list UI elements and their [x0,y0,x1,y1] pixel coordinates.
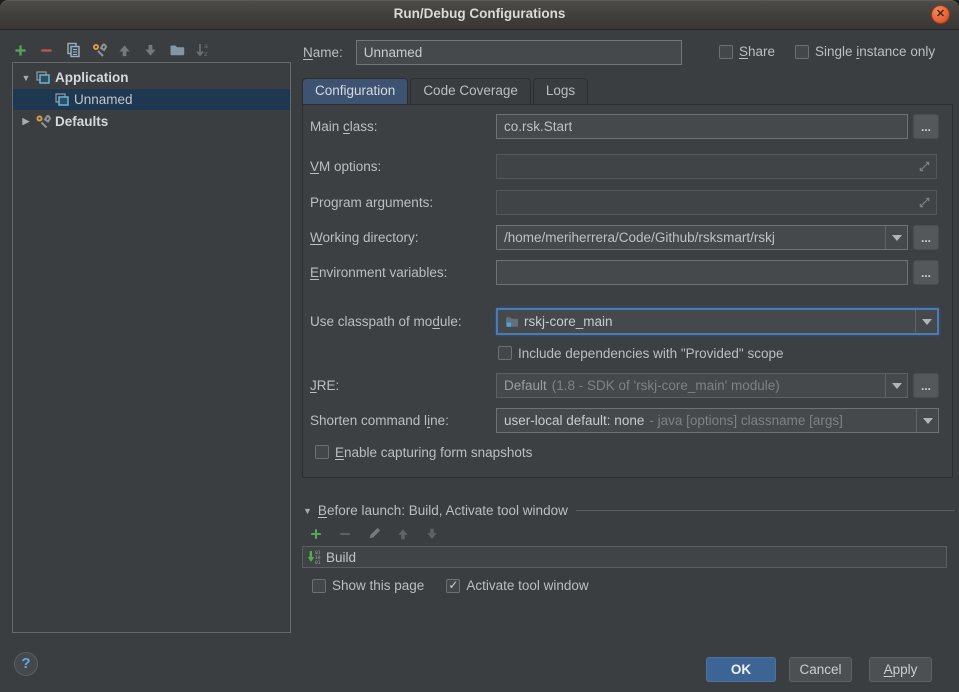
configurations-tree: ▼ Application Unnamed ▶ Defaults [12,62,291,633]
separator-line [576,510,955,511]
task-label: Build [326,550,356,565]
edit-task-icon[interactable] [365,525,382,542]
svg-text:z: z [204,50,208,58]
checkbox-box[interactable] [312,579,326,593]
program-arguments-field[interactable] [496,190,937,215]
move-task-down-icon[interactable] [423,525,440,542]
tab-logs[interactable]: Logs [533,78,588,104]
move-down-icon[interactable] [142,42,159,59]
working-directory-browse-button[interactable]: ... [913,225,939,250]
svg-text:a: a [204,42,208,50]
jre-browse-button[interactable]: ... [913,373,939,398]
run-debug-configurations-dialog: Run/Debug Configurations ✕ az ▼ Applicat… [0,0,959,692]
name-label: Name: [303,45,343,60]
use-classpath-combo[interactable]: rskj-core_main [496,308,939,335]
tree-item-defaults[interactable]: ▶ Defaults [13,111,290,132]
apply-button[interactable]: Apply [869,657,932,682]
add-task-icon[interactable] [307,525,324,542]
share-checkbox[interactable]: Share [719,44,775,59]
before-launch-section-header[interactable]: ▼ Before launch: Build, Activate tool wi… [303,503,955,518]
checkbox-box[interactable] [795,45,809,59]
tree-item-label: Unnamed [74,92,133,107]
tree-item-label: Defaults [55,114,108,129]
main-class-browse-button[interactable]: ... [913,114,939,139]
vm-options-field[interactable] [496,154,937,179]
tab-bar: Configuration Code Coverage Logs [302,78,590,104]
before-launch-task-build[interactable]: 011001 Build [302,546,947,568]
main-class-field[interactable]: co.rsk.Start [496,114,908,139]
remove-icon[interactable] [38,42,55,59]
title-bar: Run/Debug Configurations ✕ [0,0,959,30]
tab-code-coverage[interactable]: Code Coverage [410,78,531,104]
program-arguments-label: Program arguments: [310,190,433,215]
cancel-button[interactable]: Cancel [789,657,852,682]
chevron-down-icon[interactable] [885,226,907,249]
jre-combo[interactable]: Default (1.8 - SDK of 'rskj-core_main' m… [496,373,908,398]
use-classpath-label: Use classpath of module: [310,308,462,335]
move-up-icon[interactable] [116,42,133,59]
working-directory-combo[interactable]: /home/meriherrera/Code/Github/rsksmart/r… [496,225,908,250]
configuration-editor: Name: Share Single instance only Configu… [300,30,959,640]
configuration-tab-panel: Main class: co.rsk.Start ... VM options:… [302,104,953,478]
environment-variables-browse-button[interactable]: ... [913,260,939,285]
application-icon [53,91,70,108]
tab-configuration[interactable]: Configuration [302,78,408,104]
shorten-command-line-combo[interactable]: user-local default: none - java [options… [496,408,939,433]
environment-variables-label: Environment variables: [310,260,447,285]
module-icon [505,315,519,329]
new-folder-icon[interactable] [168,42,185,59]
compile-icon: 011001 [306,549,322,565]
chevron-down-icon[interactable] [885,374,907,397]
working-directory-label: Working directory: [310,225,419,250]
move-task-up-icon[interactable] [394,525,411,542]
environment-variables-field[interactable] [496,260,908,285]
jre-label: JRE: [310,373,339,398]
include-dependencies-checkbox[interactable]: Include dependencies with "Provided" sco… [498,344,784,362]
tree-item-application[interactable]: ▼ Application [13,67,290,88]
tree-item-label: Application [55,70,129,85]
configurations-toolbar: az [12,38,211,62]
checkbox-box[interactable] [719,45,733,59]
edit-defaults-icon[interactable] [90,42,107,59]
show-this-page-checkbox[interactable]: Show this page [312,578,424,593]
ok-button[interactable]: OK [706,657,776,682]
shorten-command-line-label: Shorten command line: [310,408,449,433]
single-instance-checkbox[interactable]: Single instance only [795,44,935,59]
before-launch-toolbar [307,525,440,542]
close-icon[interactable]: ✕ [931,5,950,24]
chevron-down-icon[interactable] [916,409,938,432]
add-icon[interactable] [12,42,29,59]
expand-icon[interactable] [918,196,931,214]
expand-icon[interactable] [918,160,931,178]
checkbox-box[interactable] [315,445,329,459]
activate-tool-window-checkbox[interactable]: Activate tool window [446,578,588,593]
application-icon [34,69,51,86]
copy-icon[interactable] [64,42,81,59]
remove-task-icon[interactable] [336,525,353,542]
tree-item-unnamed[interactable]: Unnamed [13,89,290,110]
collapsed-triangle-icon[interactable]: ▶ [20,116,32,127]
expanded-triangle-icon[interactable]: ▼ [20,73,32,83]
vm-options-label: VM options: [310,154,381,179]
name-input[interactable] [356,40,682,65]
checkbox-box[interactable] [446,579,460,593]
window-title: Run/Debug Configurations [0,6,959,21]
help-icon[interactable]: ? [14,652,38,676]
main-class-label: Main class: [310,114,378,139]
enable-capturing-checkbox[interactable]: Enable capturing form snapshots [315,443,532,461]
svg-text:01: 01 [315,560,321,565]
sort-alphabetically-icon[interactable]: az [194,42,211,59]
checkbox-box[interactable] [498,346,512,360]
expanded-triangle-icon[interactable]: ▼ [303,506,312,516]
chevron-down-icon[interactable] [915,310,937,333]
wrench-icon [34,113,51,130]
